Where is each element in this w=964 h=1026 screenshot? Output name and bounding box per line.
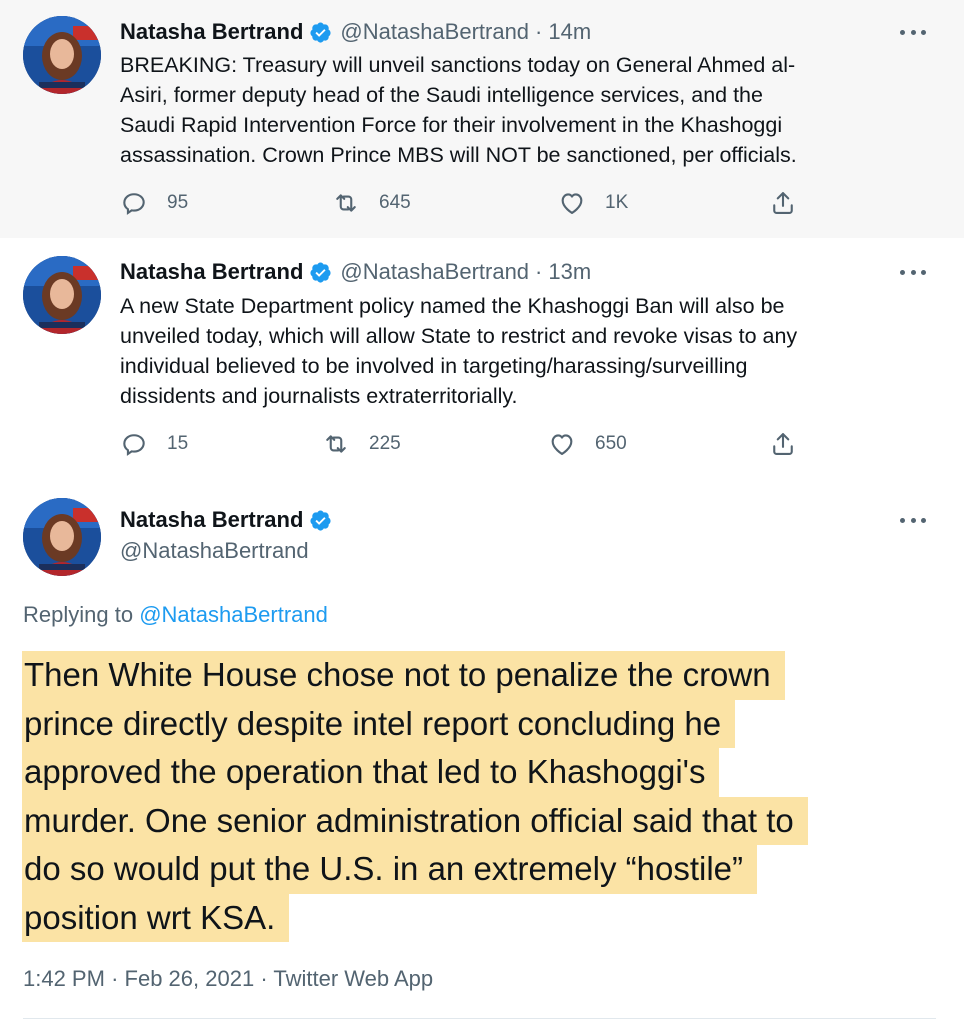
highlighted-text-line: do so would put the U.S. in an extremely… bbox=[22, 845, 758, 894]
reply-icon bbox=[120, 189, 148, 217]
divider bbox=[23, 1018, 936, 1019]
avatar[interactable] bbox=[23, 256, 101, 334]
thread-tweet[interactable]: Natasha Bertrand @NatashaBertrand · 14m … bbox=[0, 0, 964, 238]
author-handle[interactable]: @NatashaBertrand bbox=[340, 19, 529, 45]
reply-count: 95 bbox=[167, 192, 189, 213]
verified-badge-icon bbox=[309, 261, 332, 284]
more-options-icon[interactable] bbox=[900, 27, 926, 37]
author-name[interactable]: Natasha Bertrand bbox=[120, 19, 303, 45]
replying-to: Replying to @NatashaBertrand bbox=[23, 602, 328, 628]
separator-dot: · bbox=[535, 259, 543, 284]
more-options-icon[interactable] bbox=[900, 267, 926, 277]
author-handle[interactable]: @NatashaBertrand bbox=[340, 259, 529, 285]
tweet-metadata: 1:42 PM · Feb 26, 2021 · Twitter Web App bbox=[23, 966, 433, 992]
retweet-count: 645 bbox=[379, 192, 411, 213]
heart-icon bbox=[548, 430, 576, 458]
retweet-icon bbox=[322, 430, 350, 458]
like-button[interactable]: 650 bbox=[548, 429, 627, 459]
highlighted-text-line: prince directly despite intel report con… bbox=[22, 699, 736, 748]
tweet-time[interactable]: 13m bbox=[548, 259, 591, 285]
avatar[interactable] bbox=[23, 498, 101, 576]
tweet-actions: 95 645 1K bbox=[120, 188, 810, 218]
highlighted-text-line: position wrt KSA. bbox=[22, 893, 290, 942]
separator-dot: · bbox=[111, 966, 119, 991]
tweet-text: A new State Department policy named the … bbox=[120, 294, 798, 408]
tweet-source-link[interactable]: Twitter Web App bbox=[273, 966, 433, 991]
tweet-date[interactable]: Feb 26, 2021 bbox=[125, 966, 255, 991]
tweet-text: BREAKING: Treasury will unveil sanctions… bbox=[120, 53, 797, 167]
avatar[interactable] bbox=[23, 16, 101, 94]
verified-badge-icon bbox=[309, 509, 332, 532]
retweet-icon bbox=[332, 189, 360, 217]
highlighted-text-line: murder. One senior administration offici… bbox=[22, 796, 808, 845]
separator-dot: · bbox=[535, 19, 543, 44]
share-icon bbox=[769, 189, 797, 217]
tweet-timestamp[interactable]: 1:42 PM bbox=[23, 966, 105, 991]
highlighted-text-line: Then White House chose not to penalize t… bbox=[22, 651, 785, 700]
retweet-button[interactable]: 225 bbox=[322, 429, 401, 459]
focused-tweet: Natasha Bertrand @NatashaBertrand Replyi… bbox=[0, 478, 964, 1026]
thread-tweet[interactable]: Natasha Bertrand @NatashaBertrand · 13m … bbox=[0, 238, 964, 478]
replying-label: Replying to bbox=[23, 602, 134, 627]
tweet-text: Then White House chose not to penalize t… bbox=[22, 651, 942, 942]
like-count: 1K bbox=[605, 192, 629, 213]
separator-dot: · bbox=[260, 966, 268, 991]
author-block: Natasha Bertrand @NatashaBertrand bbox=[120, 504, 332, 564]
share-button[interactable] bbox=[769, 188, 797, 218]
author-handle[interactable]: @NatashaBertrand bbox=[120, 538, 332, 564]
tweet-header: Natasha Bertrand @NatashaBertrand · 13m bbox=[120, 256, 591, 288]
verified-badge-icon bbox=[309, 21, 332, 44]
replying-mention-link[interactable]: @NatashaBertrand bbox=[139, 602, 328, 627]
retweet-count: 225 bbox=[369, 433, 401, 454]
share-icon bbox=[769, 430, 797, 458]
reply-button[interactable]: 95 bbox=[120, 188, 188, 218]
like-button[interactable]: 1K bbox=[558, 188, 628, 218]
tweet-header: Natasha Bertrand @NatashaBertrand · 14m bbox=[120, 16, 591, 48]
share-button[interactable] bbox=[769, 429, 797, 459]
tweet-actions: 15 225 650 bbox=[120, 429, 810, 459]
reply-icon bbox=[120, 430, 148, 458]
author-name[interactable]: Natasha Bertrand bbox=[120, 259, 303, 285]
highlighted-text-line: approved the operation that led to Khash… bbox=[22, 748, 720, 797]
more-options-icon[interactable] bbox=[900, 515, 926, 525]
like-count: 650 bbox=[595, 433, 627, 454]
heart-icon bbox=[558, 189, 586, 217]
author-name[interactable]: Natasha Bertrand bbox=[120, 507, 303, 533]
tweet-time[interactable]: 14m bbox=[548, 19, 591, 45]
reply-count: 15 bbox=[167, 433, 189, 454]
reply-button[interactable]: 15 bbox=[120, 429, 188, 459]
retweet-button[interactable]: 645 bbox=[332, 188, 411, 218]
